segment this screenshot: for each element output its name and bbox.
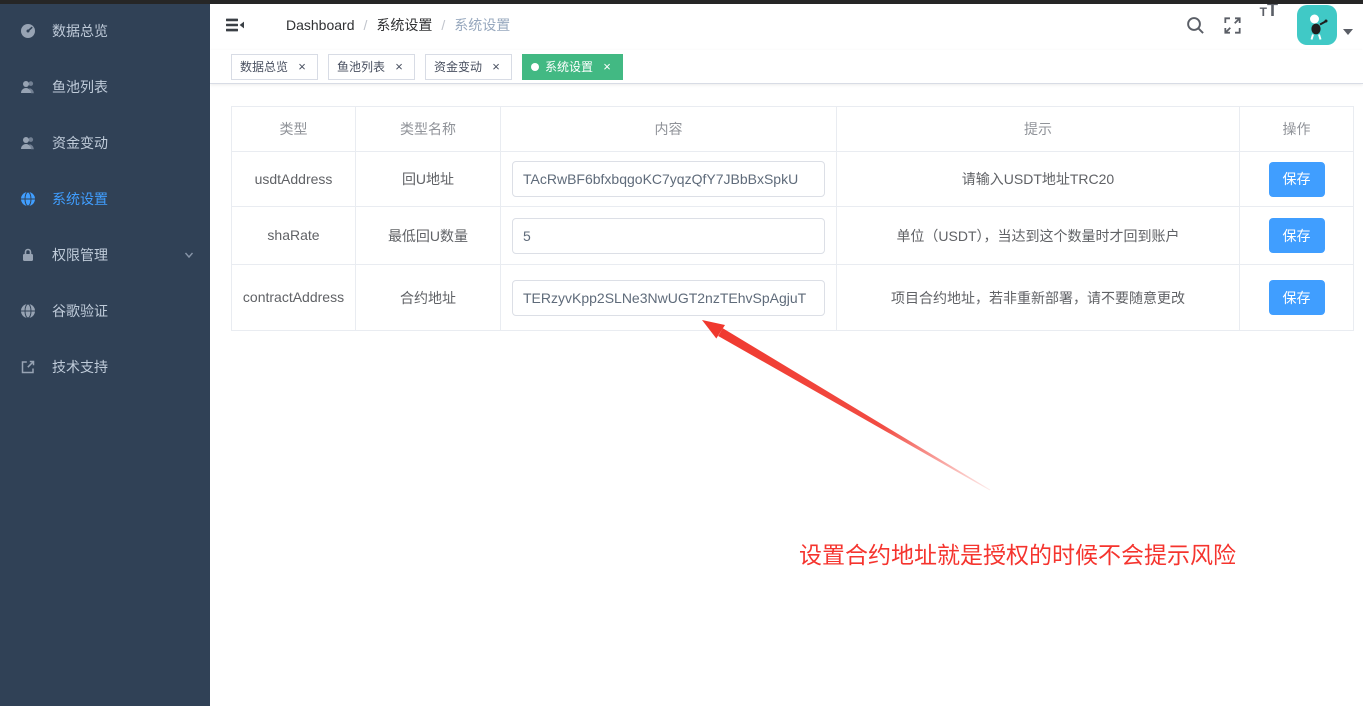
users-icon <box>20 79 36 95</box>
topbar-actions: TT <box>1177 0 1363 50</box>
sha-rate-input[interactable] <box>512 218 825 254</box>
tabs-bar: 数据总览 × 鱼池列表 × 资金变动 × 系统设置 × <box>210 50 1363 84</box>
sidebar-item-fish-pool-list[interactable]: 鱼池列表 <box>0 59 210 115</box>
hamburger-icon[interactable] <box>210 0 260 50</box>
save-button[interactable]: 保存 <box>1269 280 1325 315</box>
sidebar-item-label: 权限管理 <box>52 245 108 265</box>
tab-fund-changes[interactable]: 资金变动 × <box>425 54 512 80</box>
breadcrumb-separator: / <box>441 17 445 33</box>
sidebar-menu: 数据总览 鱼池列表 资金变动 系统设置 权限管理 <box>0 0 210 395</box>
breadcrumb-separator: / <box>364 17 368 33</box>
dashboard-icon <box>20 23 36 39</box>
cell-type-name: 合约地址 <box>356 265 501 331</box>
save-button[interactable]: 保存 <box>1269 162 1325 197</box>
column-header-type: 类型 <box>232 107 356 152</box>
column-header-hint: 提示 <box>837 107 1240 152</box>
sidebar: 数据总览 鱼池列表 资金变动 系统设置 权限管理 <box>0 0 210 706</box>
fullscreen-icon[interactable] <box>1214 0 1251 50</box>
text-size-icon[interactable]: TT <box>1251 0 1287 50</box>
sidebar-item-label: 系统设置 <box>52 189 108 209</box>
cell-action: 保存 <box>1240 152 1354 207</box>
tab-system-settings[interactable]: 系统设置 × <box>522 54 623 80</box>
sidebar-item-label: 技术支持 <box>52 357 108 377</box>
cell-type-name: 最低回U数量 <box>356 207 501 265</box>
save-button[interactable]: 保存 <box>1269 218 1325 253</box>
cell-type-name: 回U地址 <box>356 152 501 207</box>
cell-type: contractAddress <box>232 265 356 331</box>
table-row: shaRate 最低回U数量 单位（USDT），当达到这个数量时才回到账户 保存 <box>232 207 1354 265</box>
cell-content <box>501 207 837 265</box>
main-area: Dashboard / 系统设置 / 系统设置 TT 数据总览 × <box>210 0 1363 706</box>
tab-data-overview[interactable]: 数据总览 × <box>231 54 318 80</box>
usdt-address-input[interactable] <box>512 161 825 197</box>
table-row: usdtAddress 回U地址 请输入USDT地址TRC20 保存 <box>232 152 1354 207</box>
cell-type: usdtAddress <box>232 152 356 207</box>
users-icon <box>20 135 36 151</box>
cell-hint: 请输入USDT地址TRC20 <box>837 152 1240 207</box>
table-row: contractAddress 合约地址 项目合约地址，若非重新部署，请不要随意… <box>232 265 1354 331</box>
window-top-strip <box>0 0 1363 4</box>
cell-hint: 单位（USDT），当达到这个数量时才回到账户 <box>837 207 1240 265</box>
close-icon[interactable]: × <box>392 60 406 74</box>
sidebar-item-system-settings[interactable]: 系统设置 <box>0 171 210 227</box>
annotation-text: 设置合约地址就是授权的时候不会提示风险 <box>799 536 1236 570</box>
sidebar-item-google-verification[interactable]: 谷歌验证 <box>0 283 210 339</box>
cell-content <box>501 265 837 331</box>
page-content: 类型 类型名称 内容 提示 操作 usdtAddress 回U地址 请输入USD… <box>210 84 1363 331</box>
cell-action: 保存 <box>1240 207 1354 265</box>
tab-fish-pool-list[interactable]: 鱼池列表 × <box>328 54 415 80</box>
column-header-action: 操作 <box>1240 107 1354 152</box>
globe-icon <box>20 191 36 207</box>
cell-type: shaRate <box>232 207 356 265</box>
contract-address-input[interactable] <box>512 280 825 316</box>
breadcrumb-item-current: 系统设置 <box>454 15 510 35</box>
cell-content <box>501 152 837 207</box>
globe-icon <box>20 303 36 319</box>
caret-down-icon[interactable] <box>1343 29 1353 35</box>
breadcrumb-item-dashboard[interactable]: Dashboard <box>286 17 355 33</box>
sidebar-item-fund-changes[interactable]: 资金变动 <box>0 115 210 171</box>
cell-hint: 项目合约地址，若非重新部署，请不要随意更改 <box>837 265 1240 331</box>
table-header-row: 类型 类型名称 内容 提示 操作 <box>232 107 1354 152</box>
topbar: Dashboard / 系统设置 / 系统设置 TT <box>210 0 1363 50</box>
lock-icon <box>20 247 36 263</box>
search-icon[interactable] <box>1177 0 1214 50</box>
close-icon[interactable]: × <box>600 60 614 74</box>
settings-table: 类型 类型名称 内容 提示 操作 usdtAddress 回U地址 请输入USD… <box>231 106 1354 331</box>
sidebar-item-label: 资金变动 <box>52 133 108 153</box>
sidebar-item-tech-support[interactable]: 技术支持 <box>0 339 210 395</box>
breadcrumb: Dashboard / 系统设置 / 系统设置 <box>286 15 510 35</box>
close-icon[interactable]: × <box>489 60 503 74</box>
sidebar-item-label: 数据总览 <box>52 21 108 41</box>
sidebar-item-label: 鱼池列表 <box>52 77 108 97</box>
sidebar-item-permission-management[interactable]: 权限管理 <box>0 227 210 283</box>
avatar[interactable] <box>1297 5 1337 45</box>
breadcrumb-item-system-settings[interactable]: 系统设置 <box>376 15 432 35</box>
sidebar-item-data-overview[interactable]: 数据总览 <box>0 3 210 59</box>
column-header-type-name: 类型名称 <box>356 107 501 152</box>
column-header-content: 内容 <box>501 107 837 152</box>
cell-action: 保存 <box>1240 265 1354 331</box>
active-tab-dot <box>531 63 539 71</box>
close-icon[interactable]: × <box>295 60 309 74</box>
chevron-down-icon <box>184 250 194 260</box>
external-link-icon <box>20 359 36 375</box>
sidebar-item-label: 谷歌验证 <box>52 301 108 321</box>
